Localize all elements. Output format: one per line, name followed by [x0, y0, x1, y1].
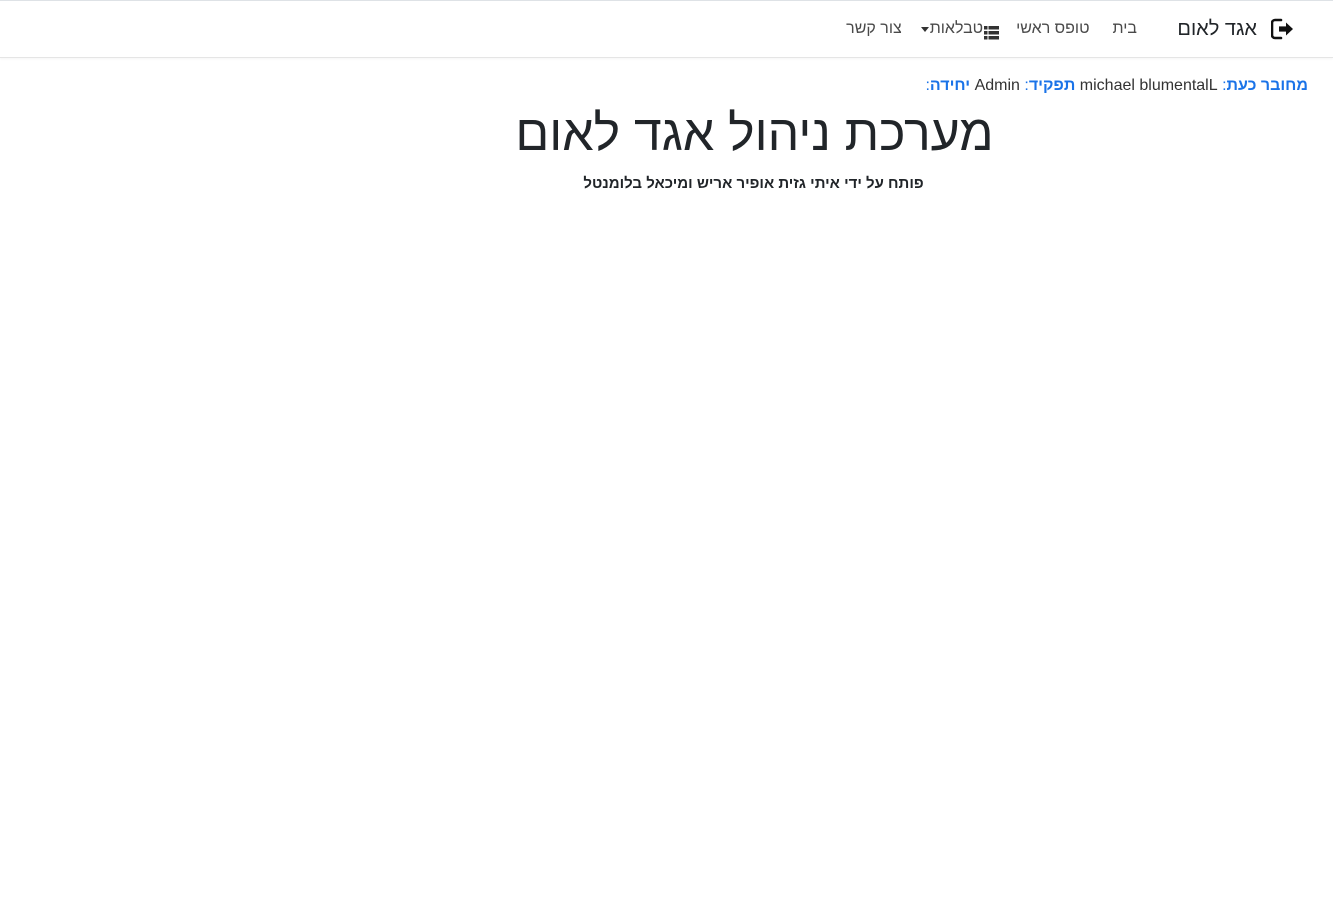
username-value: michael blumentalL	[1079, 77, 1218, 94]
brand-link[interactable]: אגד לאום	[1177, 15, 1295, 43]
page-title: מערכת ניהול אגד לאום	[515, 105, 994, 161]
nav-menu: בית טופס ראשי טבלאות צור קשר	[846, 15, 1137, 43]
brand-name: אגד לאום	[1177, 18, 1257, 40]
page-subtitle: פותח על ידי איתי גזית אופיר אריש ומיכאל …	[583, 175, 924, 192]
nav-item-main-form[interactable]: טופס ראשי	[1016, 15, 1089, 43]
nav-item-home[interactable]: בית	[1113, 15, 1137, 43]
nav-item-contact[interactable]: צור קשר	[846, 15, 902, 43]
user-info-line: מחובר כעת: michael blumentalL תפקיד: Adm…	[925, 75, 1308, 97]
unit-label: יחידה	[929, 77, 971, 94]
sign-out-icon	[1270, 18, 1295, 40]
page: אגד לאום בית טופס ראשי טבלאות צור קשר מח…	[0, 0, 1333, 902]
role-label: תפקיד	[1028, 77, 1076, 94]
caret-down-icon	[920, 26, 929, 32]
navbar: אגד לאום בית טופס ראשי טבלאות צור קשר	[0, 1, 1333, 58]
list-icon	[984, 22, 1000, 40]
colon: :	[1019, 77, 1029, 94]
logged-in-label: מחובר כעת	[1226, 77, 1308, 94]
colon: :	[1217, 77, 1227, 94]
nav-item-tables-label: טבלאות	[929, 20, 984, 37]
role-value: Admin	[974, 77, 1020, 94]
nav-item-tables-dropdown[interactable]: טבלאות	[920, 15, 1000, 43]
